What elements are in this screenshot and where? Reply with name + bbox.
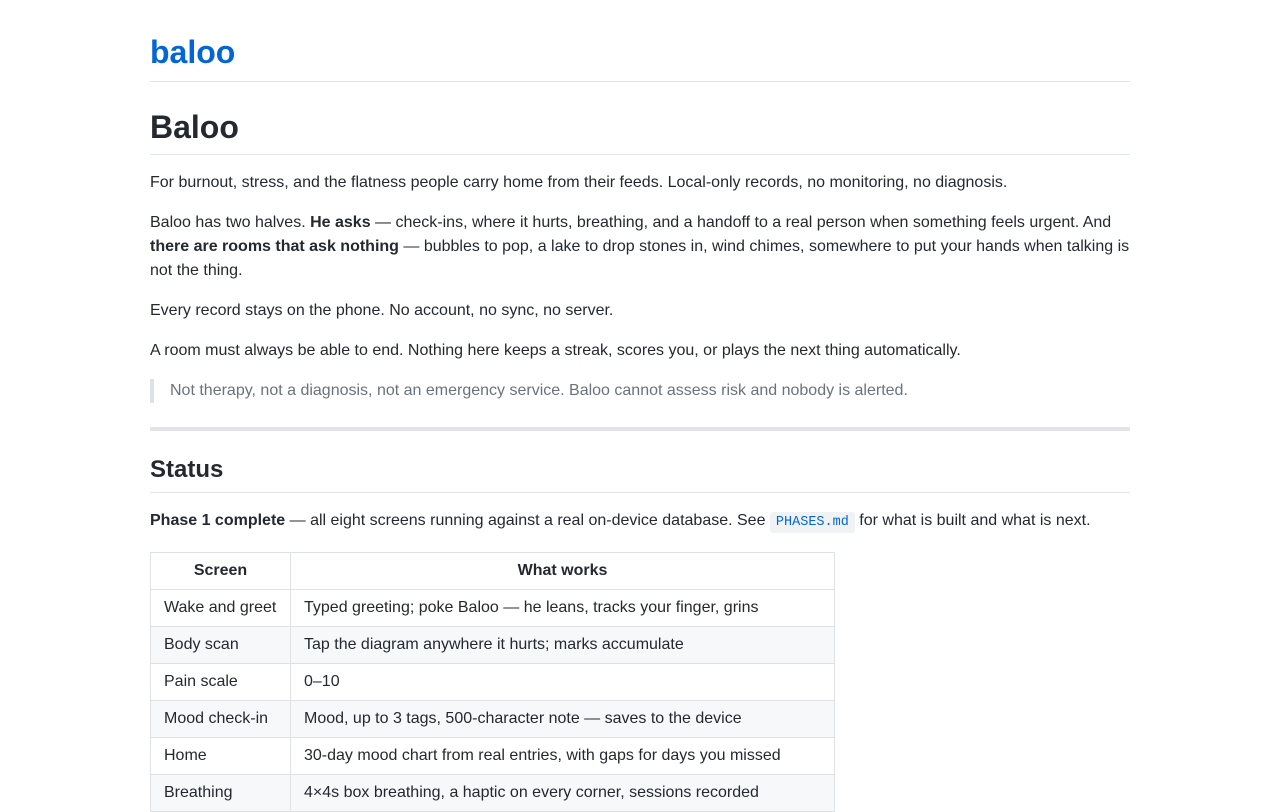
table-row: Mood check-in Mood, up to 3 tags, 500-ch… — [150, 700, 835, 738]
table-row: Pain scale 0–10 — [150, 663, 835, 701]
page-container: baloo Baloo For burnout, stress, and the… — [150, 0, 1130, 812]
screen-cell: Mood check-in — [150, 700, 291, 738]
disclaimer-quote: Not therapy, not a diagnosis, not an eme… — [150, 379, 1130, 403]
records-paragraph: Every record stays on the phone. No acco… — [150, 302, 614, 319]
what-works-cell: Typed greeting; poke Baloo — he leans, t… — [290, 589, 835, 627]
phase-tail: for what is built and what is next. — [854, 512, 1091, 529]
phase-emphasis: Phase 1 complete — [150, 512, 286, 529]
asks-description: — check-ins, where it hurts, breathing, … — [370, 214, 1112, 231]
halves-paragraph: Baloo has two halves. He asks — check-in… — [150, 211, 1130, 283]
screen-cell: Body scan — [150, 626, 291, 664]
what-works-cell: Tap the diagram anywhere it hurts; marks… — [290, 626, 835, 664]
status-heading: Status — [150, 431, 1130, 493]
intro-paragraph: For burnout, stress, and the flatness pe… — [150, 174, 1008, 191]
screen-cell: Pain scale — [150, 663, 291, 701]
table-row: Body scan Tap the diagram anywhere it hu… — [150, 626, 835, 664]
table-row: Wake and greet Typed greeting; poke Balo… — [150, 589, 835, 627]
what-works-cell: Mood, up to 3 tags, 500-character note —… — [290, 700, 835, 738]
he-asks-emphasis: He asks — [310, 214, 371, 231]
page-title: Baloo — [150, 82, 1130, 155]
phase-paragraph: Phase 1 complete — all eight screens run… — [150, 509, 1130, 535]
rooms-emphasis: there are rooms that ask nothing — [150, 238, 399, 255]
phase-description: — all eight screens running against a re… — [285, 512, 770, 529]
what-works-cell: 4×4s box breathing, a haptic on every co… — [290, 774, 835, 812]
screen-cell: Home — [150, 737, 291, 775]
what-works-cell: 30-day mood chart from real entries, wit… — [290, 737, 835, 775]
site-header: baloo — [150, 0, 1130, 82]
screen-cell: Breathing — [150, 774, 291, 812]
room-end-paragraph: A room must always be able to end. Nothi… — [150, 342, 961, 359]
table-row: Home 30-day mood chart from real entries… — [150, 737, 835, 775]
screen-cell: Wake and greet — [150, 589, 291, 627]
site-title-link[interactable]: baloo — [150, 34, 235, 70]
column-header-screen: Screen — [150, 552, 291, 590]
table-row: Breathing 4×4s box breathing, a haptic o… — [150, 774, 835, 812]
phases-file-code: PHASES.md — [769, 512, 855, 533]
halves-lead: Baloo has two halves. — [150, 214, 311, 231]
what-works-cell: 0–10 — [290, 663, 835, 701]
column-header-what-works: What works — [290, 552, 835, 590]
table-header-row: Screen What works — [150, 552, 835, 590]
status-table: Screen What works Wake and greet Typed g… — [150, 552, 835, 812]
